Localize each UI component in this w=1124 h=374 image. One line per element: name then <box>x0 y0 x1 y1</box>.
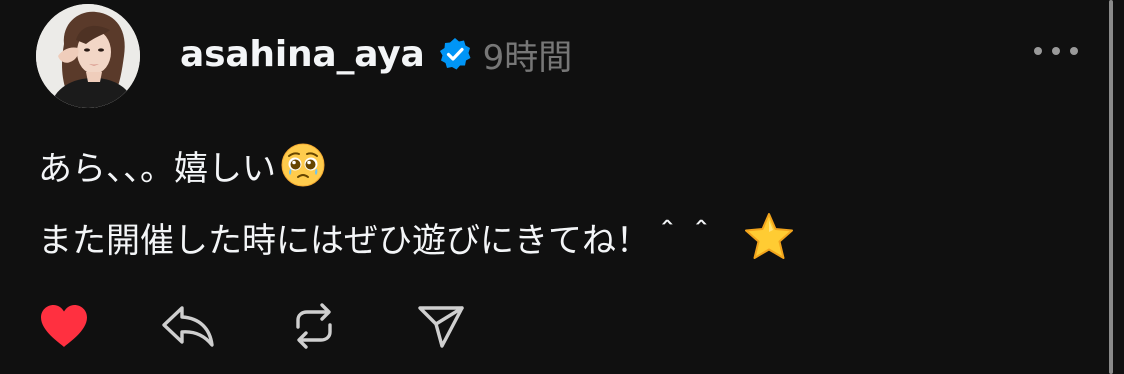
heart-icon <box>41 305 87 347</box>
scrollbar-thumb[interactable] <box>1109 0 1113 374</box>
reply-icon <box>162 306 214 347</box>
post-header: asahina_aya 9時間 <box>180 22 572 86</box>
more-dot <box>1034 47 1042 55</box>
thread-post: asahina_aya 9時間 あら、、。嬉しい また開催した時にはぜひ遊びにき… <box>0 0 1124 374</box>
post-text-line-1: あら、、。嬉しい <box>38 142 326 199</box>
more-dot <box>1070 47 1078 55</box>
avatar[interactable] <box>36 4 140 108</box>
post-text-line-2: また開催した時にはぜひ遊びにきてね！＾＾ <box>38 212 796 273</box>
more-options-icon[interactable] <box>1034 44 1078 58</box>
avatar-photo <box>36 4 140 108</box>
like-button[interactable] <box>36 298 92 354</box>
more-dot <box>1052 47 1060 55</box>
verified-badge-icon <box>437 36 473 72</box>
reply-button[interactable] <box>160 298 216 354</box>
post-timestamp: 9時間 <box>482 37 573 78</box>
repost-button[interactable] <box>286 298 342 354</box>
repost-icon <box>296 303 332 349</box>
post-actions <box>0 298 600 354</box>
share-button[interactable] <box>412 298 468 354</box>
post-text-content-2: また開催した時にはぜひ遊びにきてね！＾＾ <box>38 221 718 261</box>
scrollbar[interactable] <box>1106 0 1124 374</box>
pleading-face-emoji <box>280 142 326 199</box>
username-link[interactable]: asahina_aya <box>180 34 425 75</box>
send-icon <box>418 306 464 348</box>
star-emoji <box>742 212 796 273</box>
post-text-content-1: あら、、。嬉しい <box>38 149 276 189</box>
